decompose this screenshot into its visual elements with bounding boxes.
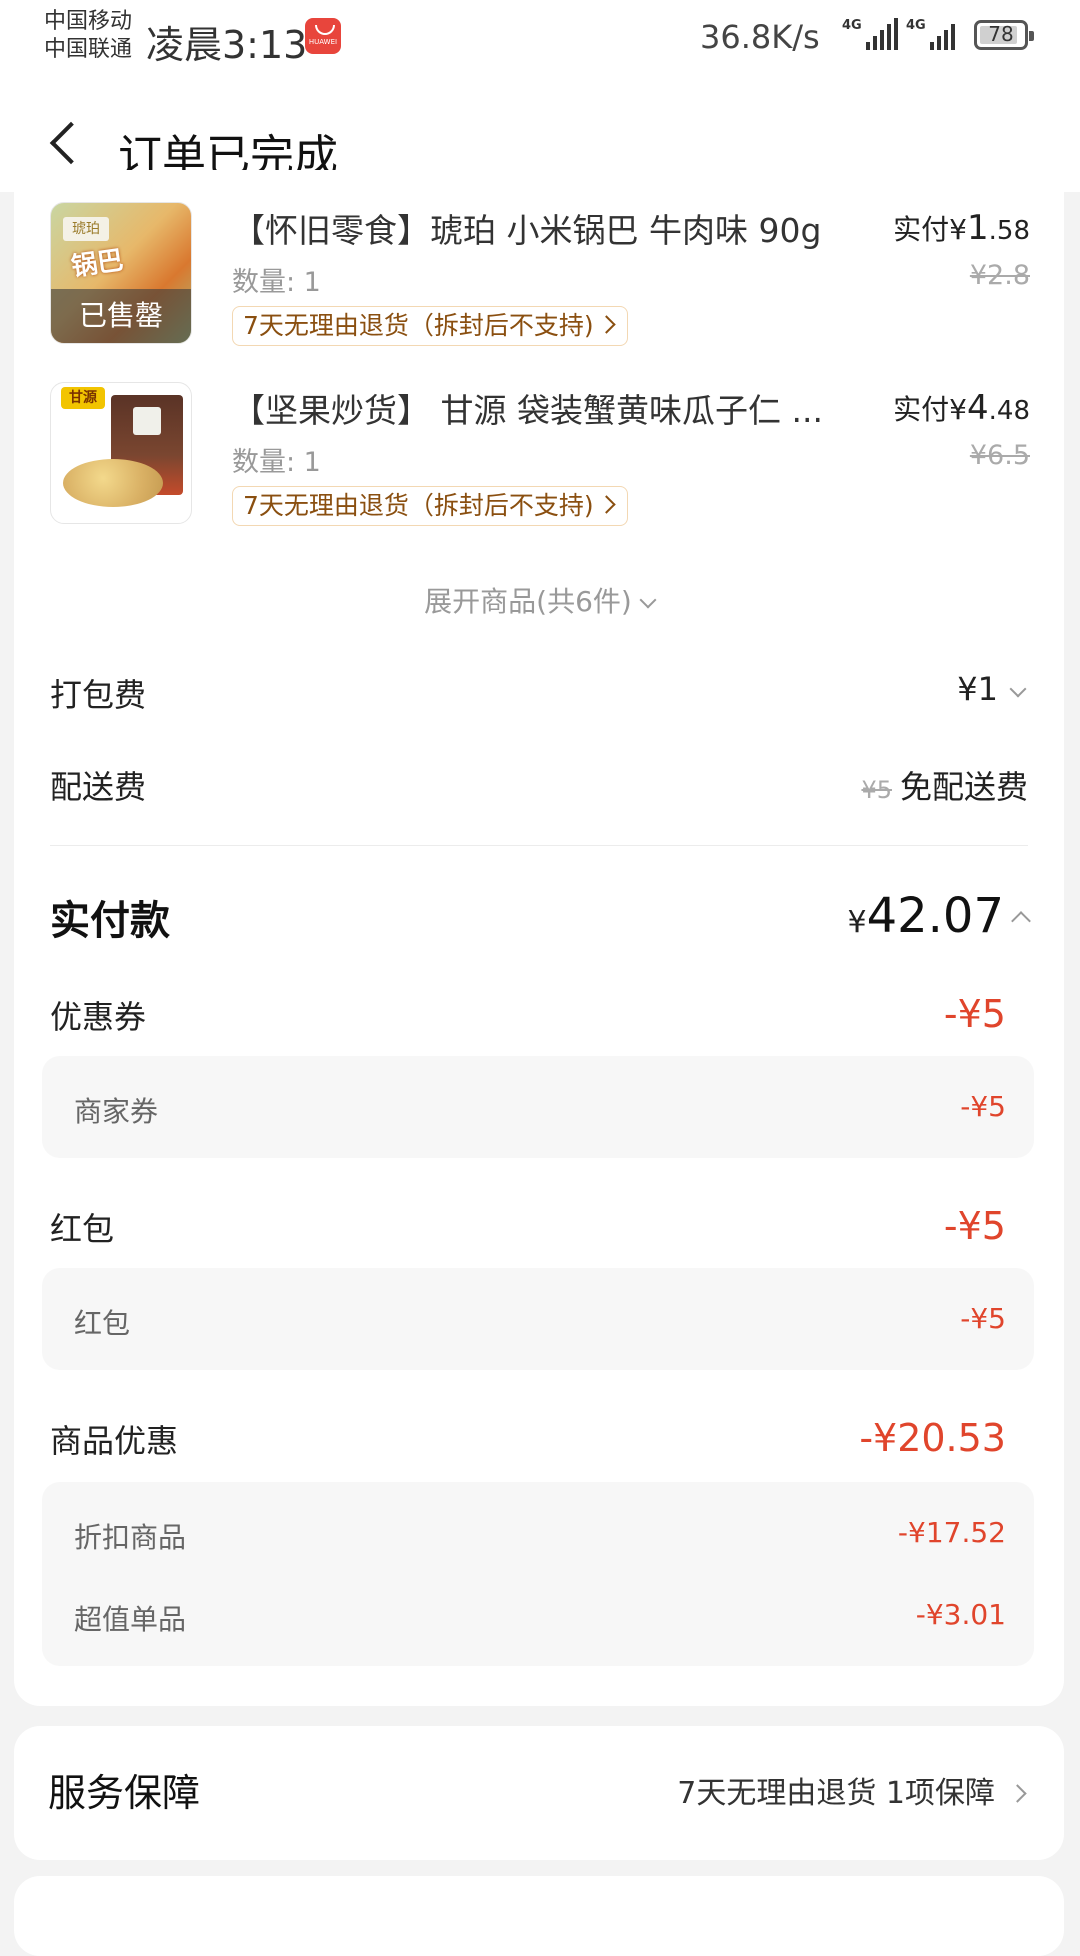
- signal-icon-2: 4G: [906, 18, 962, 52]
- package-text: 锅巴: [69, 245, 126, 283]
- coupon-row: 优惠券 -¥5: [50, 992, 1028, 1038]
- service-value-wrap: 7天无理由退货 1项保障: [677, 1768, 1027, 1812]
- return-policy-label: 7天无理由退货（拆封后不支持): [243, 311, 594, 340]
- return-policy-label: 7天无理由退货（拆封后不支持): [243, 491, 594, 520]
- battery-level: 78: [988, 22, 1014, 46]
- soldout-badge: 已售罄: [51, 289, 191, 343]
- chevron-down-icon: [1009, 680, 1027, 698]
- delivery-fee-row: 配送费 ¥5 免配送费: [50, 762, 1028, 806]
- service-value: 7天无理由退货 1项保障: [677, 1776, 995, 1811]
- goods-discount-detail-row: 超值单品 -¥3.01: [74, 1598, 1006, 1638]
- expand-products-label: 展开商品(共6件): [424, 585, 632, 618]
- return-policy-tag[interactable]: 7天无理由退货（拆封后不支持): [232, 306, 628, 346]
- discount-goods-value: -¥17.52: [897, 1516, 1006, 1549]
- product-thumbnail[interactable]: 甘源: [50, 382, 192, 524]
- battery-icon: 78: [974, 20, 1034, 50]
- goods-discount-detail-box: 折扣商品 -¥17.52 超值单品 -¥3.01: [42, 1482, 1034, 1666]
- value-item-label: 超值单品: [74, 1603, 187, 1636]
- coupon-detail-row: 商家券 -¥5: [74, 1090, 1006, 1130]
- divider: [50, 845, 1028, 846]
- product-original-price: ¥6.5: [969, 440, 1030, 471]
- delivery-fee-original: ¥5: [861, 776, 892, 804]
- product-paid-price: 实付¥4.48: [893, 388, 1030, 428]
- return-policy-tag[interactable]: 7天无理由退货（拆封后不支持): [232, 486, 628, 526]
- chevron-right-icon: [596, 315, 616, 334]
- goods-discount-row: 商品优惠 -¥20.53: [50, 1416, 1028, 1462]
- seeds-image: [63, 459, 163, 507]
- paid-yen: ¥: [949, 213, 967, 246]
- back-arrow-icon[interactable]: [49, 121, 93, 165]
- packing-fee-value: ¥1: [957, 670, 998, 708]
- network-speed: 36.8K/s: [700, 18, 820, 56]
- delivery-fee-value: 免配送费: [899, 768, 1028, 806]
- chevron-right-icon: [1008, 1784, 1027, 1803]
- carrier-info: 中国移动 中国联通: [44, 8, 132, 64]
- carrier-1: 中国移动: [44, 9, 133, 34]
- goods-discount-value: -¥20.53: [859, 1416, 1006, 1460]
- total-value-wrap: ¥42.07: [847, 888, 1031, 944]
- order-detail-card: 琥珀 锅巴 已售罄 【怀旧零食】琥珀 小米锅巴 牛肉味 90g 实付¥1.58 …: [14, 170, 1064, 1706]
- service-guarantee-card[interactable]: 服务保障 7天无理由退货 1项保障: [14, 1726, 1064, 1860]
- paid-prefix: 实付: [893, 213, 950, 246]
- paid-dec: .58: [988, 216, 1030, 246]
- total-label: 实付款: [50, 898, 170, 944]
- product-quantity: 数量: 1: [232, 267, 321, 298]
- redpacket-sub-label: 红包: [74, 1307, 131, 1340]
- goods-discount-label: 商品优惠: [50, 1422, 179, 1460]
- brand-logo: 甘源: [61, 387, 105, 409]
- redpacket-row: 红包 -¥5: [50, 1204, 1028, 1250]
- packing-fee-label: 打包费: [50, 676, 147, 714]
- paid-dec: .48: [988, 396, 1030, 426]
- coupon-label: 优惠券: [50, 998, 147, 1036]
- paid-yen: ¥: [949, 393, 967, 426]
- coupon-detail-box: 商家券 -¥5: [42, 1056, 1034, 1158]
- status-bar: 中国移动 中国联通 凌晨3:13 HUAWEI 36.8K/s 4G 4G 78: [0, 0, 1080, 76]
- product-title[interactable]: 【坚果炒货】 甘源 袋装蟹黄味瓜子仁 ...: [232, 384, 852, 432]
- signal-type-1: 4G: [842, 18, 862, 33]
- value-item-value: -¥3.01: [915, 1598, 1006, 1631]
- redpacket-detail-row: 红包 -¥5: [74, 1302, 1006, 1342]
- redpacket-sub-value: -¥5: [960, 1302, 1006, 1335]
- total-row[interactable]: 实付款 ¥42.07: [50, 888, 1031, 948]
- next-card: [14, 1876, 1064, 1956]
- chevron-down-icon: [639, 591, 657, 609]
- merchant-coupon-value: -¥5: [960, 1090, 1006, 1123]
- huawei-app-icon: HUAWEI: [305, 18, 341, 54]
- total-yen: ¥: [847, 905, 867, 940]
- goods-discount-detail-row: 折扣商品 -¥17.52: [74, 1516, 1006, 1556]
- discount-goods-label: 折扣商品: [74, 1521, 187, 1554]
- coupon-value: -¥5: [943, 992, 1006, 1036]
- redpacket-value: -¥5: [943, 1204, 1006, 1248]
- chevron-up-icon: [1011, 911, 1031, 931]
- expand-products-button[interactable]: 展开商品(共6件): [14, 580, 1064, 620]
- product-thumbnail[interactable]: 琥珀 锅巴 已售罄: [50, 202, 192, 344]
- packing-fee-row[interactable]: 打包费 ¥1: [50, 670, 1028, 714]
- status-time: 凌晨3:13: [146, 23, 308, 67]
- product-item[interactable]: 琥珀 锅巴 已售罄 【怀旧零食】琥珀 小米锅巴 牛肉味 90g 实付¥1.58 …: [50, 202, 1030, 352]
- redpacket-detail-box: 红包 -¥5: [42, 1268, 1034, 1370]
- service-title: 服务保障: [48, 1771, 201, 1815]
- merchant-coupon-label: 商家券: [74, 1095, 159, 1128]
- paid-int: 1: [967, 208, 989, 248]
- total-value: 42.07: [866, 888, 1004, 944]
- paid-prefix: 实付: [893, 393, 950, 426]
- paid-int: 4: [967, 388, 989, 428]
- package-brand-label: 琥珀: [63, 217, 109, 241]
- product-original-price: ¥2.8: [969, 260, 1030, 291]
- carrier-2: 中国联通: [44, 37, 133, 62]
- delivery-fee-label: 配送费: [50, 768, 147, 806]
- product-item[interactable]: 甘源 【坚果炒货】 甘源 袋装蟹黄味瓜子仁 ... 实付¥4.48 数量: 1 …: [50, 382, 1030, 532]
- delivery-fee-value-wrap: ¥5 免配送费: [861, 762, 1028, 808]
- product-paid-price: 实付¥1.58: [893, 208, 1030, 248]
- redpacket-label: 红包: [50, 1210, 115, 1248]
- chevron-right-icon: [596, 495, 616, 514]
- signal-type-2: 4G: [906, 18, 926, 33]
- packing-fee-value-wrap: ¥1: [957, 670, 1027, 708]
- signal-icon-1: 4G: [842, 18, 898, 52]
- product-quantity: 数量: 1: [232, 447, 321, 478]
- product-title[interactable]: 【怀旧零食】琥珀 小米锅巴 牛肉味 90g: [232, 204, 852, 252]
